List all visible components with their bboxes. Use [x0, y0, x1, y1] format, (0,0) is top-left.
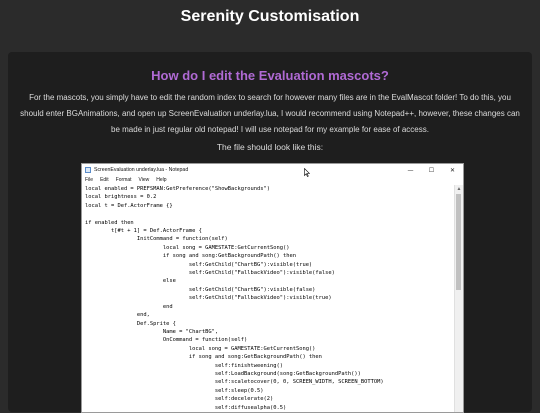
lead-text: The file should look like this:: [216, 142, 324, 152]
menu-format[interactable]: Format: [116, 177, 132, 183]
scroll-thumb[interactable]: [456, 194, 461, 290]
notepad-menubar: File Edit Format View Help: [82, 176, 463, 184]
section-heading: How do I edit the Evaluation mascots?: [151, 68, 389, 83]
notepad-editor[interactable]: local enabled = PREFSMAN:GetPreference("…: [83, 185, 455, 412]
notepad-app-icon: [85, 167, 91, 173]
scroll-up-icon[interactable]: ▲: [455, 186, 463, 192]
menu-help[interactable]: Help: [156, 177, 166, 183]
menu-file[interactable]: File: [85, 177, 93, 183]
menu-view[interactable]: View: [139, 177, 150, 183]
intro-paragraph: For the mascots, you simply have to edit…: [20, 93, 520, 134]
notepad-window-title: ScreenEvaluation underlay.lua - Notepad: [94, 167, 189, 173]
notepad-screenshot: ScreenEvaluation underlay.lua - Notepad …: [81, 163, 464, 413]
minimize-icon[interactable]: —: [400, 167, 421, 174]
maximize-icon[interactable]: ☐: [421, 167, 442, 174]
close-icon[interactable]: ✕: [442, 167, 463, 174]
mouse-cursor-icon: [304, 168, 310, 177]
vertical-scrollbar[interactable]: ▲: [454, 185, 463, 412]
menu-edit[interactable]: Edit: [100, 177, 109, 183]
notepad-titlebar: ScreenEvaluation underlay.lua - Notepad …: [82, 164, 463, 176]
page-title: Serenity Customisation: [180, 8, 360, 25]
code-text: local enabled = PREFSMAN:GetPreference("…: [85, 186, 384, 411]
